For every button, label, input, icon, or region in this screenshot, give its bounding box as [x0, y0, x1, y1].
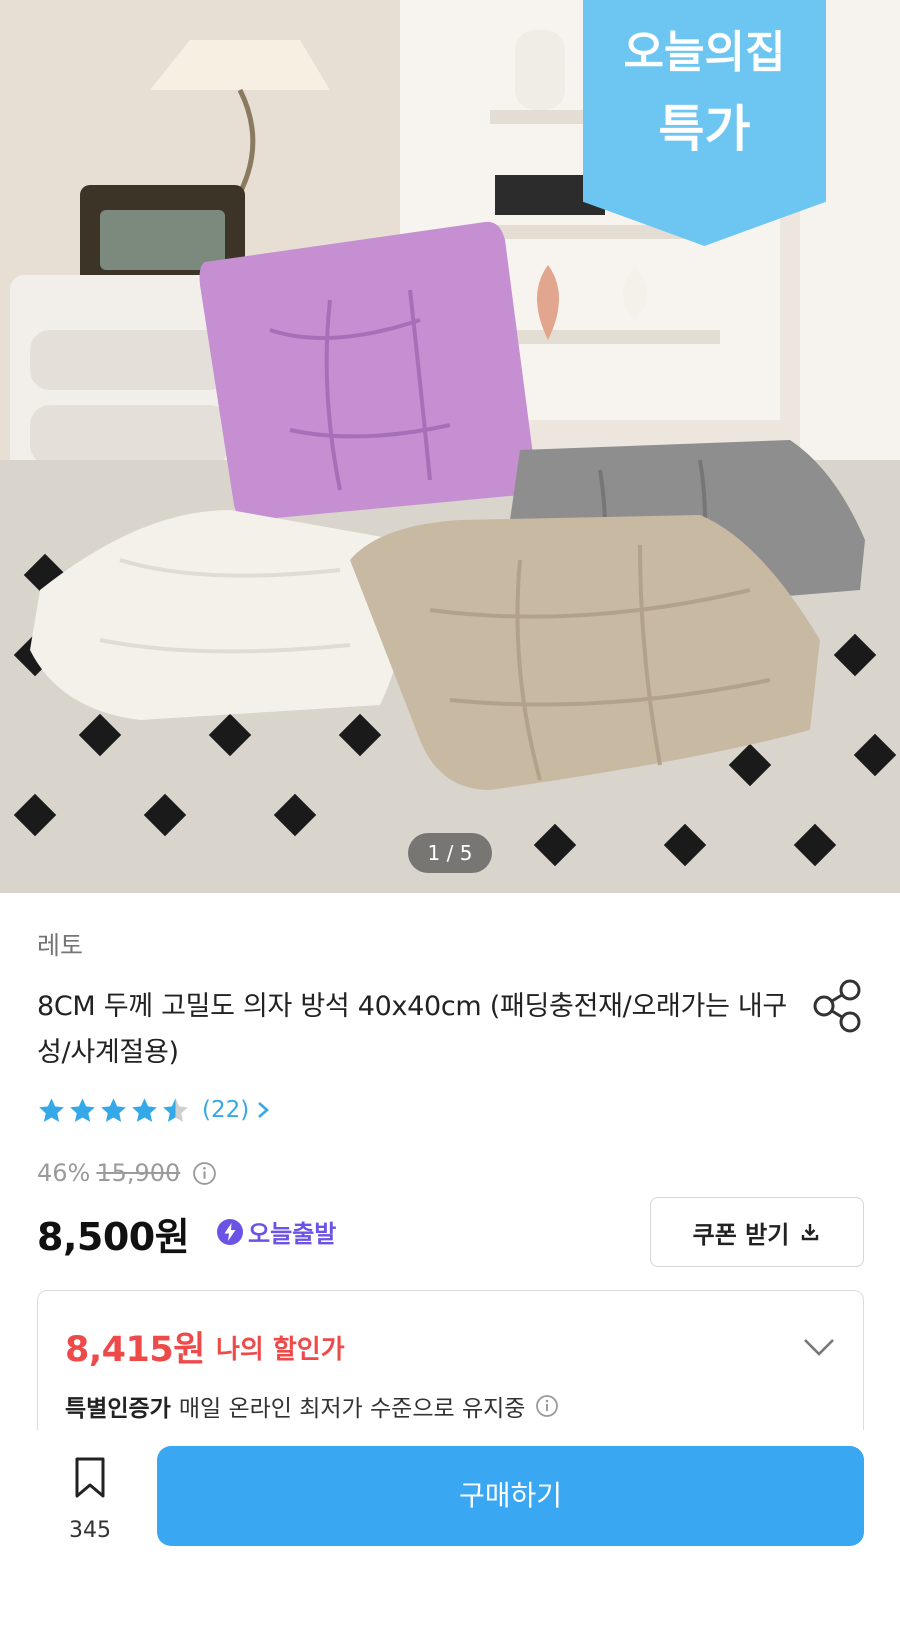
my-discount-price: 8,415원 [65, 1330, 205, 1370]
bookmark-count: 345 [69, 1518, 111, 1543]
sale-price: 8,500원 [37, 1215, 190, 1259]
info-icon[interactable] [192, 1161, 217, 1186]
star-icon [101, 1097, 126, 1122]
star-half-icon [163, 1097, 188, 1122]
today-delivery-label: 오늘출발 [248, 1220, 337, 1248]
today-delivery-badge: 오늘출발 [216, 1214, 336, 1249]
bottom-action-bar: 345 구매하기 [0, 1430, 900, 1635]
chevron-down-icon[interactable] [800, 1333, 838, 1361]
product-title: 8CM 두께 고밀도 의자 방석 40x40cm (패딩충전재/오래가는 내구성… [37, 991, 787, 1068]
coupon-button-label: 쿠폰 받기 [692, 1220, 790, 1249]
certified-price-text: 매일 온라인 최저가 수준으로 유지중 [178, 1396, 526, 1422]
image-counter: 1 / 5 [408, 833, 492, 873]
my-discount-label: 나의 할인가 [216, 1335, 345, 1365]
bookmark-icon [75, 1457, 105, 1498]
badge-line-1: 오늘의집 [623, 27, 786, 78]
review-count: (22) [202, 1097, 250, 1123]
chevron-right-icon [258, 1102, 270, 1118]
info-icon[interactable] [535, 1394, 559, 1418]
share-icon[interactable] [810, 976, 866, 1036]
star-icon [70, 1097, 95, 1122]
original-price-row: 46% 15,900 [37, 1156, 217, 1190]
brand-name[interactable]: 레토 [37, 926, 83, 962]
star-icon [39, 1097, 64, 1122]
discount-percent: 46% [37, 1159, 91, 1187]
badge-line-2: 특가 [658, 100, 751, 158]
bookmark-button[interactable]: 345 [58, 1456, 122, 1566]
certified-price-label: 특별인증가 [65, 1396, 171, 1422]
lightning-icon [217, 1218, 243, 1245]
rating-row: (22) [37, 1093, 271, 1127]
download-icon [802, 1224, 819, 1241]
original-price: 15,900 [96, 1159, 181, 1187]
star-rating [37, 1096, 190, 1125]
get-coupon-button[interactable]: 쿠폰 받기 [650, 1197, 864, 1267]
buy-button[interactable]: 구매하기 [157, 1446, 864, 1546]
review-count-link[interactable]: (22) [202, 1097, 271, 1123]
star-icon [132, 1097, 157, 1122]
product-image-carousel[interactable]: 오늘의집 특가 1 / 5 [0, 0, 900, 893]
certified-price-line: 특별인증가 매일 온라인 최저가 수준으로 유지중 [65, 1389, 559, 1423]
special-deal-badge: 오늘의집 특가 [583, 0, 826, 246]
